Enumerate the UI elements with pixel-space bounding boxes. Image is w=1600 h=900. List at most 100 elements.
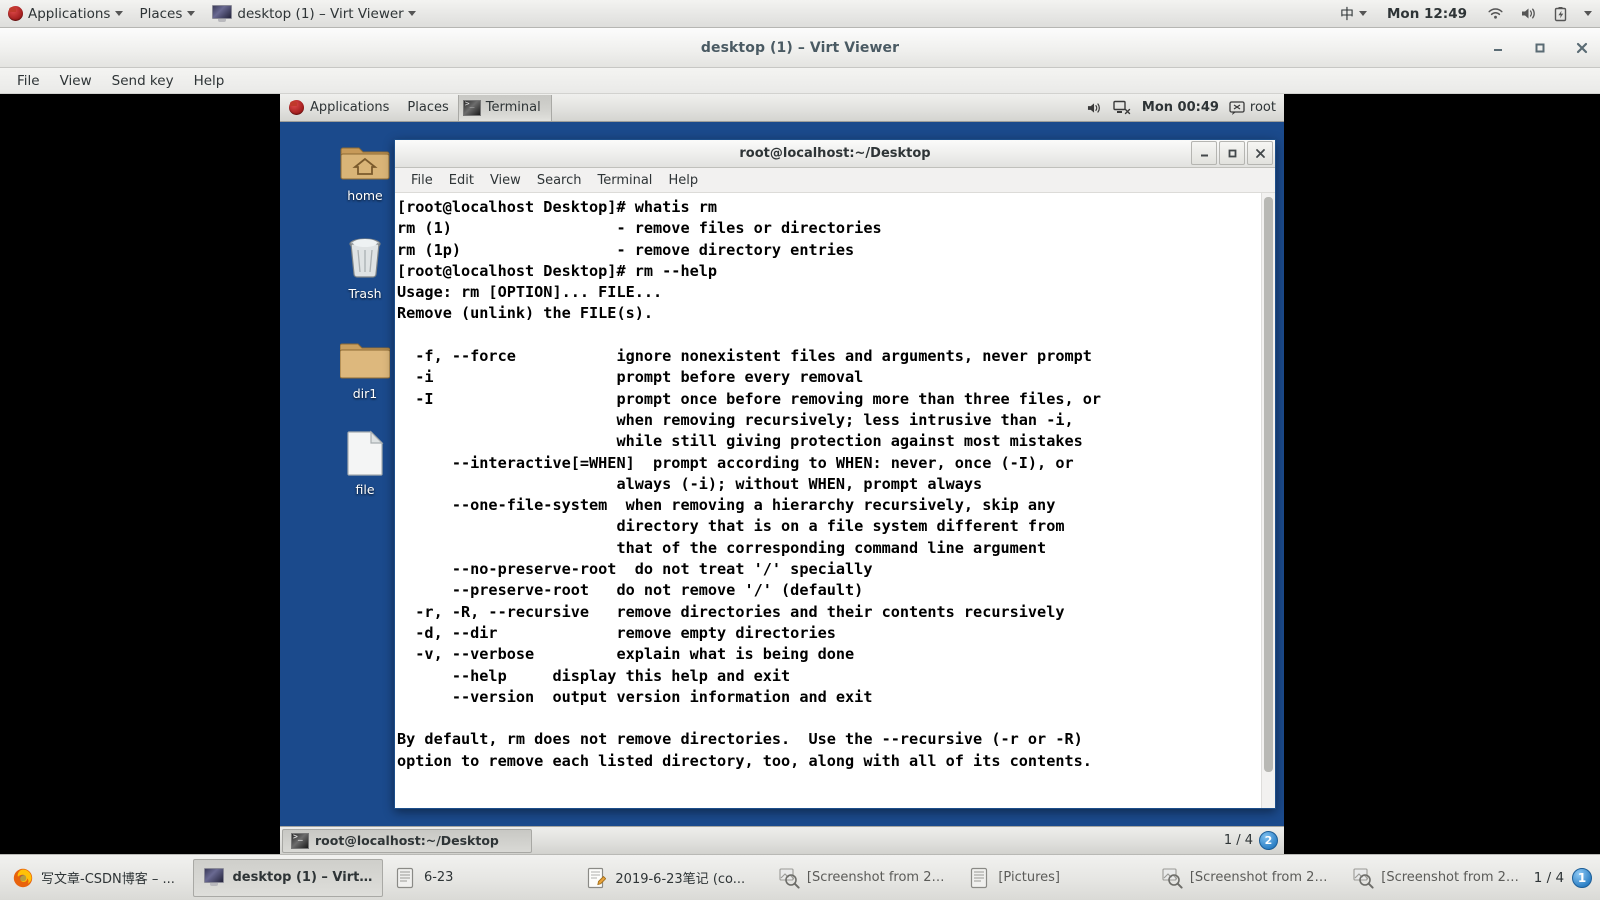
notes-icon: [586, 867, 608, 889]
host-places-label: Places: [139, 6, 182, 22]
chat-icon: [1229, 101, 1245, 115]
virt-viewer-titlebar: desktop (1) – Virt Viewer: [0, 28, 1600, 68]
chevron-down-icon: [408, 11, 416, 16]
terminal-menu-edit[interactable]: Edit: [441, 171, 482, 190]
guest-workspace-switcher[interactable]: 1 / 4 2: [1224, 831, 1282, 850]
volume-icon: [1086, 101, 1103, 115]
redhat-icon: [8, 6, 23, 21]
guest-top-panel: Applications Places Terminal: [280, 94, 1284, 122]
virt-viewer-icon: [203, 868, 225, 888]
host-ime-indicator[interactable]: 中: [1332, 0, 1375, 28]
terminal-menubar: File Edit View Search Terminal Help: [395, 168, 1275, 193]
terminal-close-button[interactable]: [1247, 141, 1273, 165]
terminal-scrollbar-thumb[interactable]: [1264, 197, 1273, 772]
archive-icon: [395, 867, 417, 889]
close-button[interactable]: [1574, 40, 1590, 56]
virt-viewer-icon: [211, 5, 233, 23]
volume-indicator[interactable]: [1512, 0, 1546, 28]
wifi-icon: [1487, 6, 1504, 21]
host-workspace-switcher[interactable]: 1 / 4 1: [1534, 868, 1598, 888]
guest-network-indicator[interactable]: [1113, 100, 1132, 115]
host-bottom-taskbar: 写文章-CSDN博客 – ... desktop (1) – Virt Vie.…: [0, 854, 1600, 900]
wifi-indicator[interactable]: [1479, 0, 1512, 28]
taskbar-item-6-23[interactable]: 6-23: [385, 859, 574, 897]
terminal-icon: [291, 833, 309, 849]
image-viewer-icon: [778, 867, 800, 889]
host-applications-menu[interactable]: Applications: [0, 0, 131, 28]
virt-viewer-title: desktop (1) – Virt Viewer: [701, 40, 899, 56]
guest-applications-label: Applications: [310, 100, 389, 115]
maximize-icon: [1534, 42, 1546, 54]
taskbar-item-screenshot-1[interactable]: [Screenshot from 20...: [768, 859, 957, 897]
taskbar-item-pictures[interactable]: [Pictures]: [959, 859, 1148, 897]
taskbar-item-notes-label: 2019-6-23笔记 (co...: [615, 868, 745, 887]
host-system-menu[interactable]: [1576, 0, 1600, 28]
taskbar-item-virt-viewer[interactable]: desktop (1) – Virt Vie...: [193, 859, 382, 897]
taskbar-item-screenshot-2-label: [Screenshot from 20...: [1190, 870, 1330, 885]
taskbar-item-firefox[interactable]: 写文章-CSDN博客 – ...: [2, 859, 191, 897]
guest-window-task-label: Terminal: [486, 100, 541, 115]
host-clock[interactable]: Mon 12:49: [1375, 0, 1479, 28]
vm-canvas-area: Applications Places Terminal: [0, 94, 1600, 854]
archive-icon: [969, 867, 991, 889]
chevron-down-icon: [1359, 11, 1367, 16]
taskbar-item-6-23-label: 6-23: [424, 870, 454, 885]
menu-help[interactable]: Help: [185, 70, 234, 92]
firefox-icon: [12, 867, 34, 889]
host-window-task-virt-viewer[interactable]: desktop (1) – Virt Viewer: [203, 0, 423, 28]
terminal-menu-help[interactable]: Help: [660, 171, 706, 190]
taskbar-item-notes[interactable]: 2019-6-23笔记 (co...: [576, 859, 765, 897]
taskbar-item-screenshot-1-label: [Screenshot from 20...: [807, 870, 947, 885]
guest-user-menu[interactable]: root: [1229, 100, 1276, 115]
host-clock-label: Mon 12:49: [1383, 6, 1471, 22]
terminal-minimize-button[interactable]: [1191, 141, 1217, 165]
minimize-button[interactable]: [1490, 40, 1506, 56]
screen-root: Applications Places desktop (1) – Virt V…: [0, 0, 1600, 900]
guest-window-task-terminal[interactable]: Terminal: [458, 95, 552, 121]
menu-send-key[interactable]: Send key: [103, 70, 183, 92]
chevron-down-icon: [1584, 11, 1592, 16]
taskbar-item-screenshot-3-label: [Screenshot from 20...: [1381, 870, 1521, 885]
terminal-maximize-button[interactable]: [1219, 141, 1245, 165]
redhat-icon: [289, 100, 304, 115]
host-workspace-label: 1 / 4: [1534, 870, 1564, 886]
chevron-down-icon: [187, 11, 195, 16]
terminal-window[interactable]: root@localhost:~/Desktop Fi: [394, 139, 1276, 809]
terminal-menu-file[interactable]: File: [403, 171, 441, 190]
close-icon: [1576, 42, 1588, 54]
image-viewer-icon: [1161, 867, 1183, 889]
terminal-titlebar: root@localhost:~/Desktop: [395, 140, 1275, 168]
ime-label: 中: [1340, 4, 1354, 24]
guest-volume-indicator[interactable]: [1086, 101, 1103, 115]
guest-places-menu[interactable]: Places: [398, 94, 457, 122]
taskbar-item-virt-viewer-label: desktop (1) – Virt Vie...: [232, 870, 372, 885]
terminal-body[interactable]: [root@localhost Desktop]# whatis rm rm (…: [395, 193, 1275, 808]
battery-indicator[interactable]: [1546, 0, 1576, 28]
network-disconnected-icon: [1113, 100, 1132, 115]
terminal-menu-search[interactable]: Search: [529, 171, 590, 190]
guest-clock[interactable]: Mon 00:49: [1142, 100, 1219, 115]
terminal-output[interactable]: [root@localhost Desktop]# whatis rm rm (…: [395, 193, 1261, 808]
maximize-button[interactable]: [1532, 40, 1548, 56]
host-workspace-badge: 1: [1572, 868, 1592, 888]
host-window-task-label: desktop (1) – Virt Viewer: [237, 6, 403, 22]
guest-applications-menu[interactable]: Applications: [280, 94, 398, 122]
guest-workspace-label: 1 / 4: [1224, 833, 1253, 848]
menu-view[interactable]: View: [51, 70, 101, 92]
taskbar-item-screenshot-3[interactable]: [Screenshot from 20...: [1342, 859, 1531, 897]
battery-icon: [1554, 6, 1568, 22]
host-applications-label: Applications: [28, 6, 110, 22]
taskbar-item-screenshot-2[interactable]: [Screenshot from 20...: [1151, 859, 1340, 897]
guest-desktop[interactable]: Applications Places Terminal: [280, 94, 1284, 854]
terminal-menu-view[interactable]: View: [482, 171, 529, 190]
host-places-menu[interactable]: Places: [131, 0, 203, 28]
terminal-title: root@localhost:~/Desktop: [739, 146, 930, 161]
chevron-down-icon: [115, 11, 123, 16]
terminal-menu-terminal[interactable]: Terminal: [589, 171, 660, 190]
guest-top-panel-tray: Mon 00:49 root: [1086, 100, 1284, 115]
guest-taskbar-item-label: root@localhost:~/Desktop: [315, 833, 499, 848]
menu-file[interactable]: File: [8, 70, 49, 92]
terminal-scrollbar[interactable]: [1261, 193, 1275, 808]
guest-taskbar-item-terminal[interactable]: root@localhost:~/Desktop: [282, 829, 532, 853]
close-icon: [1255, 148, 1266, 159]
